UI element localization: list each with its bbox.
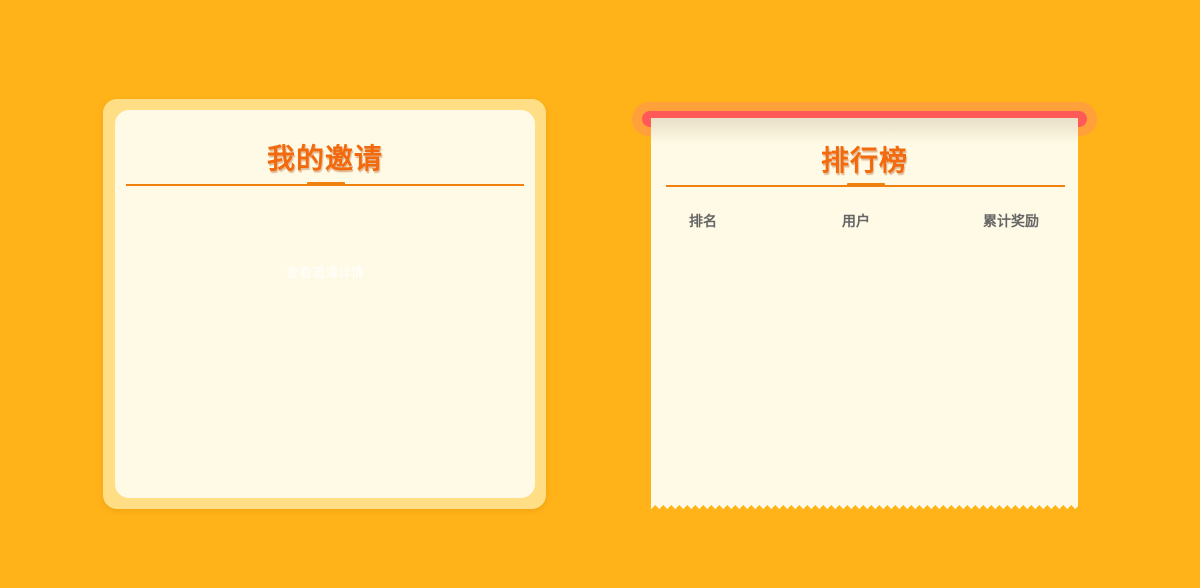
invite-card-body: 我的邀请 查看邀请详情 xyxy=(115,110,535,498)
leaderboard-paper: 排行榜 排名 用户 累计奖励 xyxy=(651,118,1078,502)
view-invite-details-link[interactable]: 查看邀请详情 xyxy=(115,262,535,281)
leaderboard-card: 排行榜 排名 用户 累计奖励 xyxy=(632,102,1097,512)
paper-torn-edge xyxy=(651,501,1078,509)
column-header-total-reward: 累计奖励 xyxy=(983,214,1039,230)
invite-card: 我的邀请 查看邀请详情 xyxy=(103,99,546,509)
invite-title-accent xyxy=(307,182,345,186)
column-header-rank: 排名 xyxy=(689,214,717,230)
leaderboard-title: 排行榜 xyxy=(820,144,908,177)
leaderboard-title-accent xyxy=(847,183,885,187)
column-header-user: 用户 xyxy=(842,214,870,230)
invite-title: 我的邀请 xyxy=(266,142,383,175)
